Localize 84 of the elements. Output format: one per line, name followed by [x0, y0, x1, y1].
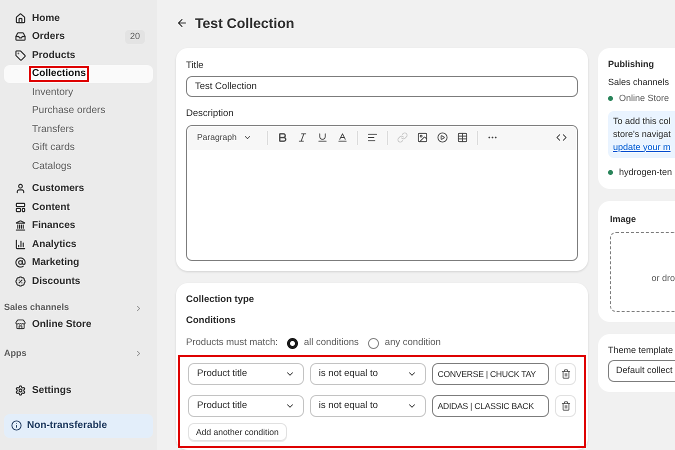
nav-item[interactable]: Online Store — [4, 316, 153, 334]
description-editor[interactable]: Paragraph — [186, 124, 578, 260]
delete-button[interactable] — [555, 395, 576, 418]
table-icon[interactable] — [456, 132, 468, 143]
banner-text: To add this col — [613, 114, 672, 128]
video-icon[interactable] — [436, 132, 448, 143]
nav-item[interactable]: Inventory — [4, 83, 153, 102]
nav-item[interactable]: Purchase orders — [4, 102, 153, 120]
nav-item[interactable]: Finances — [4, 216, 153, 235]
radio-option[interactable]: all conditions — [286, 336, 359, 350]
code-icon[interactable] — [556, 132, 567, 143]
card-heading: Publishing — [608, 58, 655, 71]
bar-chart-icon — [15, 238, 26, 250]
select-field[interactable]: Product title — [188, 395, 304, 418]
radio-label: all conditions — [304, 336, 359, 350]
card-heading: Image — [610, 213, 638, 226]
delete-button[interactable] — [555, 363, 576, 386]
select-field[interactable]: Product title — [188, 363, 304, 386]
value-field[interactable]: CONVERSE | CHUCK TAY — [432, 363, 550, 386]
drop-text: or dro — [651, 272, 675, 285]
chevron-down-icon — [242, 133, 252, 142]
text-color-icon[interactable] — [336, 132, 348, 143]
at-sign-icon — [15, 257, 26, 268]
chevron-right-icon[interactable] — [134, 304, 143, 312]
channel-name: Online Store — [619, 92, 670, 105]
channel-name: hydrogen-ten — [619, 166, 672, 179]
template-select[interactable]: Default collect — [608, 360, 675, 382]
chevron-right-icon[interactable] — [134, 349, 143, 358]
inbox-icon — [15, 31, 26, 42]
field-label: Theme template — [608, 344, 674, 357]
nav-item[interactable]: Collections — [4, 64, 153, 83]
notice-banner[interactable]: Non-transferable — [4, 414, 153, 438]
radio-option[interactable]: any condition — [368, 336, 441, 350]
store-icon — [15, 319, 26, 330]
radio-label: any condition — [384, 336, 441, 350]
content-icon — [15, 202, 26, 213]
back-arrow-icon[interactable] — [176, 17, 188, 29]
section-heading: Apps — [4, 346, 26, 360]
nav-item[interactable]: Discounts — [4, 272, 153, 290]
nav-item[interactable]: Analytics — [4, 235, 153, 254]
drop-zone[interactable]: or dro — [610, 232, 675, 312]
format-dropdown[interactable]: Paragraph — [197, 131, 258, 144]
bank-icon — [15, 220, 26, 232]
underline-icon[interactable] — [316, 132, 328, 143]
person-icon — [15, 183, 26, 194]
nav-item[interactable]: Gift cards — [4, 138, 153, 157]
nav-item[interactable]: Products — [4, 46, 153, 64]
update-link[interactable]: update your m — [613, 140, 675, 154]
nav-item[interactable]: Marketing — [4, 254, 153, 272]
nav-item[interactable]: Content — [4, 198, 153, 216]
italic-icon[interactable] — [296, 132, 308, 143]
bold-icon[interactable] — [276, 132, 288, 143]
card-heading: Collection type — [186, 292, 256, 306]
nav-item[interactable]: Settings — [4, 381, 153, 400]
nav-item[interactable]: Catalogs — [4, 157, 153, 176]
radio-button[interactable] — [368, 338, 379, 349]
gear-icon — [15, 384, 26, 396]
nav-item[interactable]: Orders 20 — [4, 28, 153, 46]
value-field[interactable]: ADIDAS | CLASSIC BACK — [432, 395, 550, 418]
add-condition-button[interactable]: Add another condition — [188, 423, 287, 442]
trash-icon — [560, 369, 571, 380]
section-label: Conditions — [186, 314, 237, 328]
count-badge: 20 — [124, 30, 145, 44]
align-icon[interactable] — [366, 132, 378, 143]
tag-icon — [15, 50, 26, 61]
nav-item[interactable]: Transfers — [4, 120, 153, 138]
select-field[interactable]: is not equal to — [310, 363, 426, 386]
discount-icon — [15, 276, 26, 287]
home-icon — [15, 12, 26, 24]
radio-button[interactable] — [286, 338, 298, 349]
field-label: Description — [186, 107, 235, 122]
trash-icon — [560, 401, 571, 412]
page-title: Test Collection — [195, 14, 294, 32]
match-label: Products must match: — [186, 336, 278, 350]
select-field[interactable]: is not equal to — [310, 395, 426, 418]
field-label: Title — [186, 59, 205, 73]
banner-text: store's navigat — [613, 128, 672, 140]
section-label: Sales channels — [608, 76, 670, 88]
info-icon — [11, 420, 22, 431]
section-heading: Sales channels — [4, 301, 70, 314]
image-icon[interactable] — [416, 132, 428, 143]
nav-item[interactable]: Home — [4, 9, 153, 28]
title-field[interactable]: Test Collection — [186, 76, 578, 98]
nav-item[interactable]: Customers — [4, 180, 153, 198]
